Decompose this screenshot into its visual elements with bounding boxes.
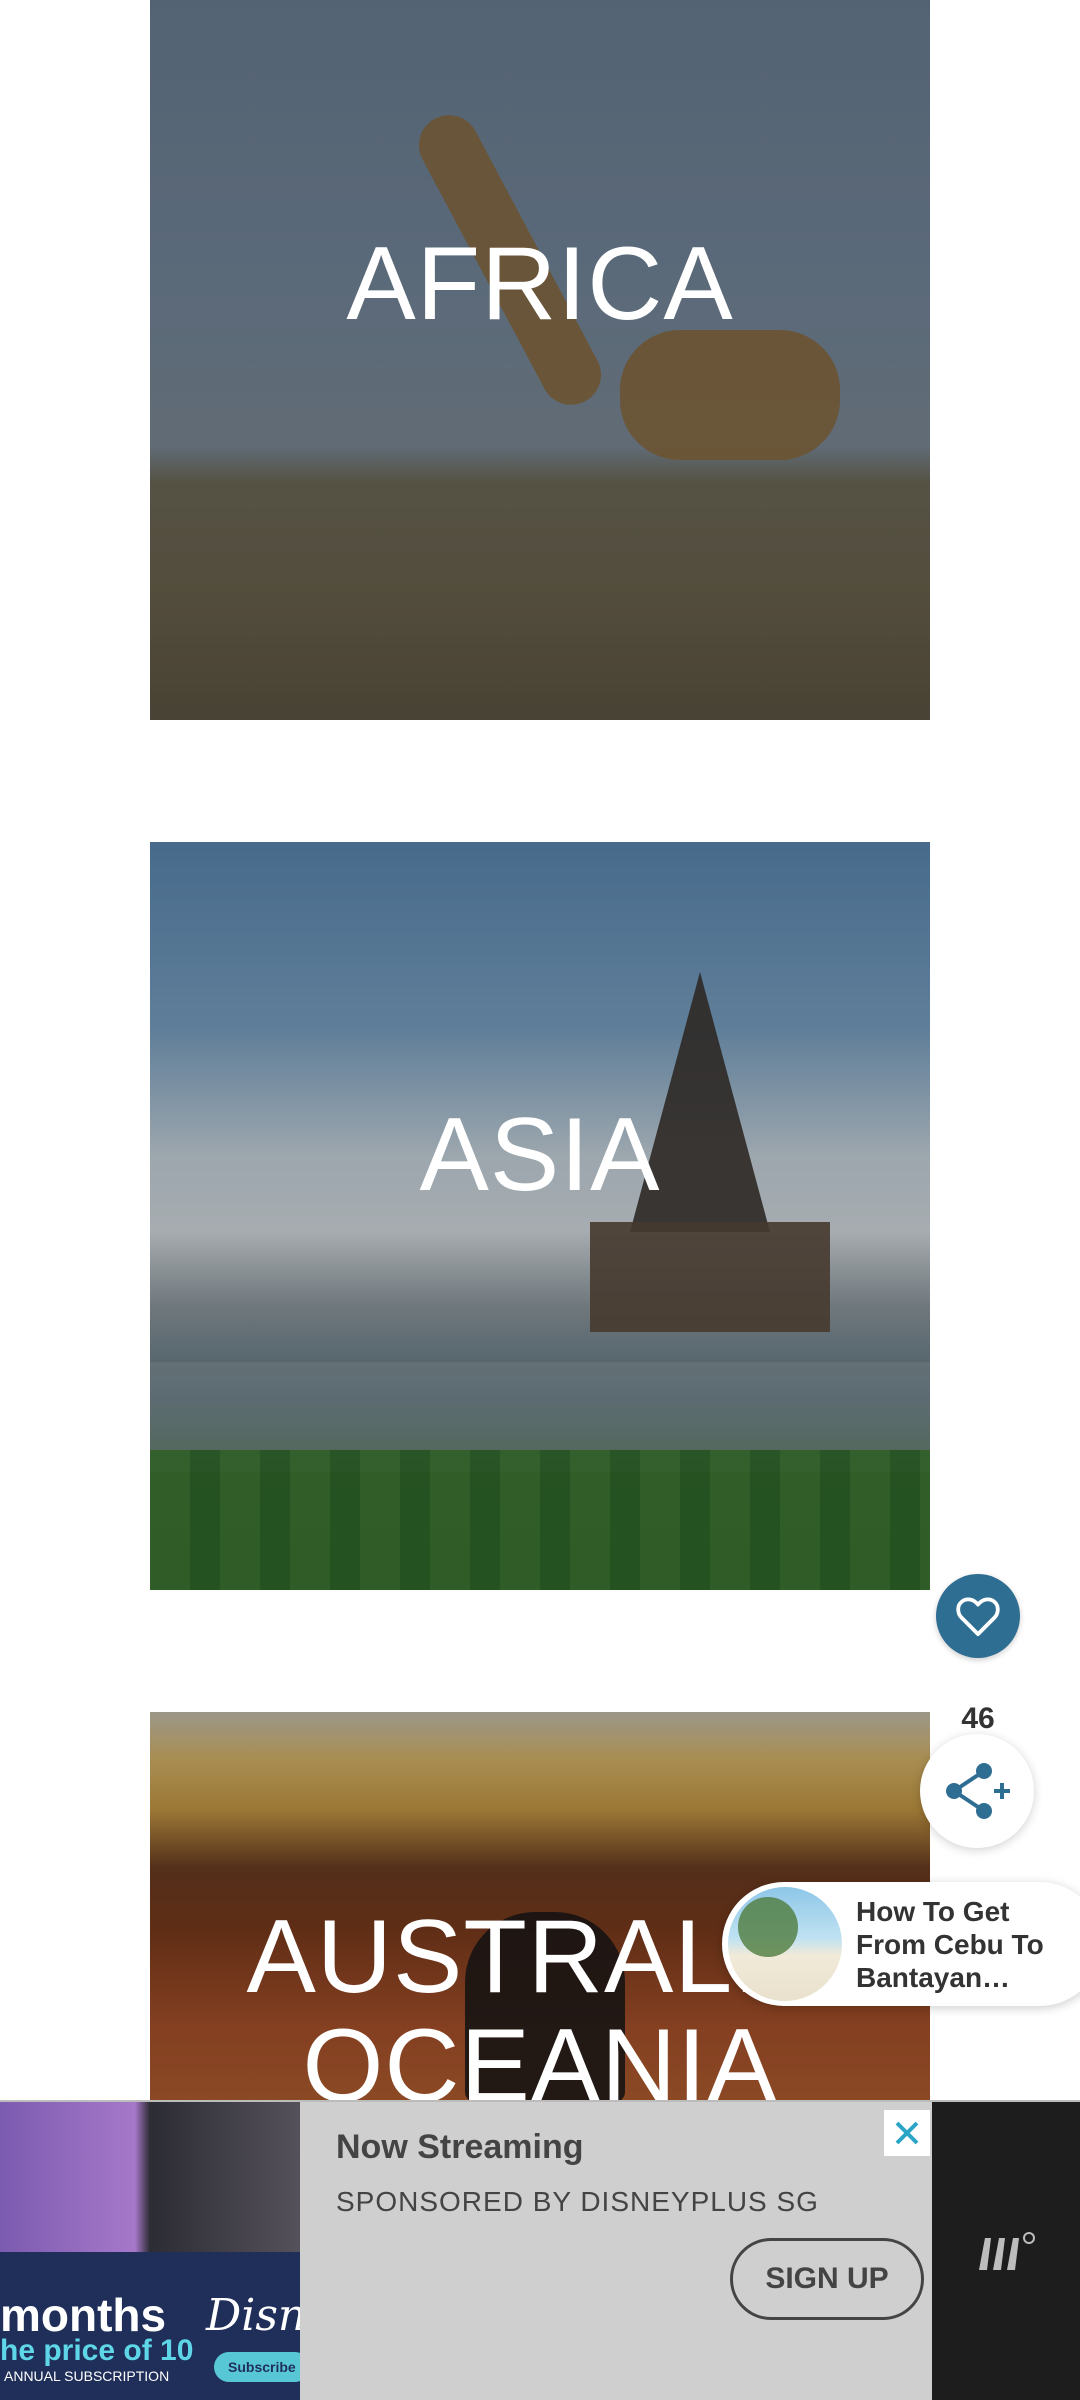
share-button[interactable] <box>920 1734 1034 1848</box>
image-overlay <box>150 842 930 1590</box>
ad-image-brand-logo: Disney <box>206 2290 300 2341</box>
close-icon <box>895 2121 919 2145</box>
page: AFRICA ASIA AUSTRALIA OCEANIA 46 How To … <box>0 0 1080 2400</box>
ad-signup-button[interactable]: SIGN UP <box>730 2238 924 2320</box>
mediavine-logo-icon <box>979 2232 1035 2270</box>
share-plus-icon <box>946 1763 1010 1819</box>
destination-title: ASIA <box>419 1097 661 1214</box>
palm-decoration <box>738 1897 798 1957</box>
ad-photo-collage <box>0 2102 300 2252</box>
related-post-card[interactable]: How To Get From Cebu To Bantayan… <box>722 1882 1080 2006</box>
ad-sponsor-text: SPONSORED BY DISNEYPLUS SG <box>336 2186 819 2217</box>
image-overlay <box>150 0 930 720</box>
destination-card-africa[interactable]: AFRICA <box>150 0 930 720</box>
related-post-title: How To Get From Cebu To Bantayan… <box>856 1895 1044 1993</box>
ad-close-button[interactable] <box>884 2110 930 2156</box>
heart-icon <box>956 1597 1000 1637</box>
ad-provider-panel <box>932 2102 1080 2400</box>
like-button[interactable] <box>936 1574 1020 1658</box>
ad-headline: Now Streaming <box>336 2128 584 2166</box>
ad-image-annual-text: ANNUAL SUBSCRIPTION <box>4 2368 170 2384</box>
ad-image-price-text: he price of 10 <box>0 2334 194 2367</box>
ad-image-subscribe-button[interactable]: Subscribe N <box>214 2352 300 2382</box>
destination-title-line2: OCEANIA <box>302 2008 778 2102</box>
destination-title: AFRICA <box>346 226 734 343</box>
destination-card-asia[interactable]: ASIA <box>150 842 930 1590</box>
ad-image[interactable]: months he price of 10 ANNUAL SUBSCRIPTIO… <box>0 2102 300 2400</box>
ad-banner[interactable]: months he price of 10 ANNUAL SUBSCRIPTIO… <box>0 2100 1080 2400</box>
related-post-thumbnail <box>728 1887 842 2001</box>
